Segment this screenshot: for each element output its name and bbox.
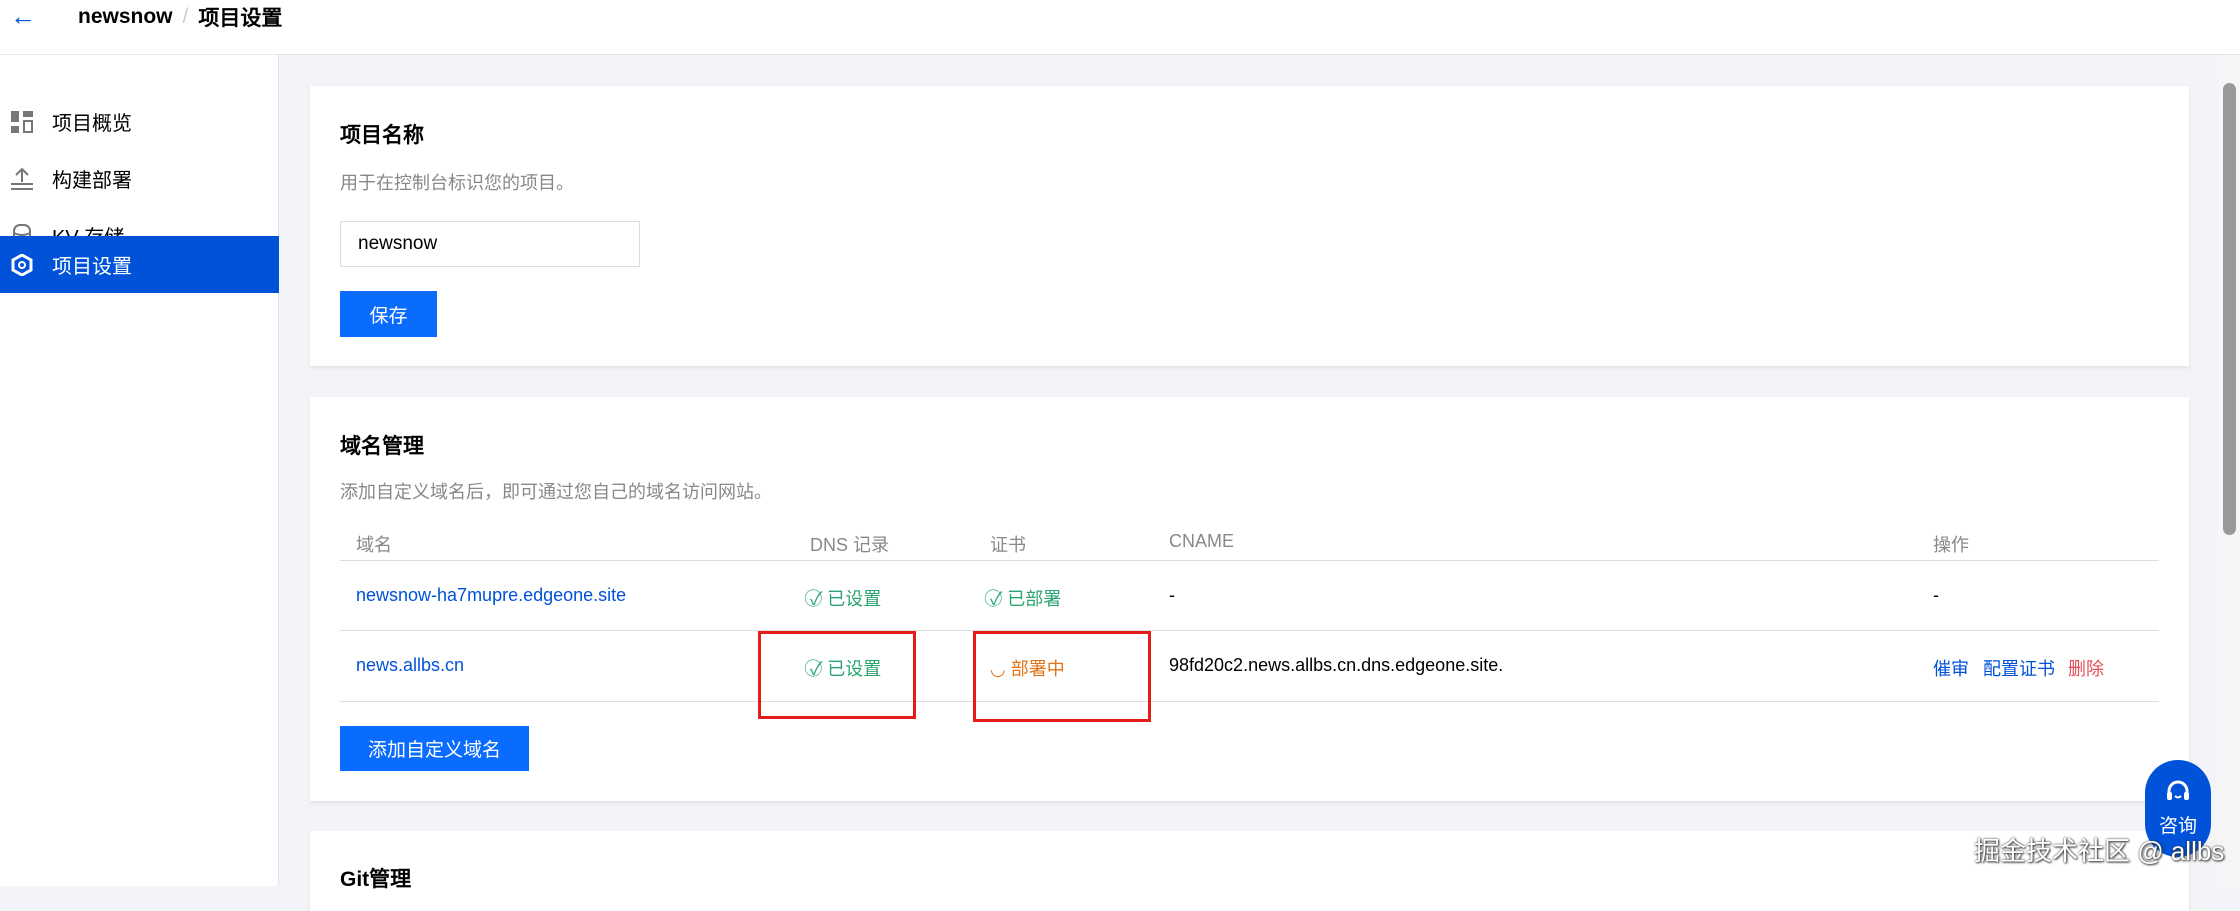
domain-link[interactable]: newsnow-ha7mupre.edgeone.site (356, 585, 626, 606)
highlight-box (758, 631, 916, 719)
sidebar-item-settings[interactable]: 项目设置 (0, 236, 279, 293)
sidebar-item-overview[interactable]: 项目概览 (0, 93, 279, 150)
back-arrow-icon[interactable]: ← (10, 0, 36, 32)
breadcrumb-separator: / (182, 5, 189, 28)
project-name-card: 项目名称 用于在控制台标识您的项目。 保存 (310, 86, 2189, 366)
sidebar-item-label: 项目概览 (52, 113, 132, 135)
cname-value: - (1169, 585, 1175, 605)
settings-hexagon-icon (10, 253, 34, 277)
sidebar-item-label: 构建部署 (52, 170, 132, 192)
cname-value: 98fd20c2.news.allbs.cn.dns.edgeone.site. (1169, 655, 1504, 675)
scrollbar[interactable] (2218, 55, 2240, 886)
scrollbar-thumb[interactable] (2223, 83, 2236, 535)
divider (340, 630, 2159, 631)
domain-management-card: 域名管理 添加自定义域名后，即可通过您自己的域名访问网站。 域名 DNS 记录 … (310, 397, 2189, 801)
top-header: ← newsnow / 项目设置 (0, 0, 2240, 55)
card-title: Git管理 (340, 868, 412, 891)
dashboard-icon (10, 110, 34, 134)
column-header-cname: CNAME (1169, 531, 1235, 551)
dns-status: ✓⃝ 已设置 (810, 589, 882, 609)
highlight-box (973, 631, 1151, 722)
cert-status: ✓⃝ 已部署 (990, 589, 1062, 609)
watermark: 掘金技术社区 @ allbs (1974, 836, 2225, 866)
breadcrumb-project[interactable]: newsnow (78, 5, 173, 29)
git-management-card: Git管理 (310, 831, 2189, 911)
configure-cert-link[interactable]: 配置证书 (1983, 655, 2055, 681)
sidebar-item-build-deploy[interactable]: 构建部署 (0, 150, 279, 207)
save-button[interactable]: 保存 (340, 291, 437, 337)
upload-icon (10, 167, 34, 191)
column-header-dns: DNS 记录 (810, 535, 890, 555)
check-circle-icon: ✓⃝ (990, 589, 1008, 609)
breadcrumb: newsnow / 项目设置 (78, 2, 282, 32)
sidebar: 项目概览 构建部署 KV 存储 项目设置 (0, 55, 279, 886)
actions-empty: - (1933, 585, 1939, 605)
sidebar-item-label: 项目设置 (52, 256, 132, 278)
check-circle-icon: ✓⃝ (810, 589, 828, 609)
column-header-cert: 证书 (990, 535, 1026, 555)
page-title: 项目设置 (198, 7, 283, 30)
urge-review-link[interactable]: 催审 (1933, 655, 1969, 681)
delete-link[interactable]: 删除 (2068, 655, 2104, 681)
card-description: 添加自定义域名后，即可通过您自己的域名访问网站。 (340, 482, 772, 502)
headset-icon (2165, 779, 2191, 811)
card-description: 用于在控制台标识您的项目。 (340, 173, 574, 193)
divider (340, 701, 2159, 702)
add-custom-domain-button[interactable]: 添加自定义域名 (340, 726, 529, 771)
card-title: 域名管理 (340, 435, 424, 458)
domain-link[interactable]: news.allbs.cn (356, 655, 464, 676)
column-header-actions: 操作 (1933, 535, 1969, 555)
card-title: 项目名称 (340, 124, 424, 147)
project-name-input[interactable] (340, 221, 640, 267)
column-header-domain: 域名 (356, 535, 392, 555)
divider (340, 560, 2159, 561)
